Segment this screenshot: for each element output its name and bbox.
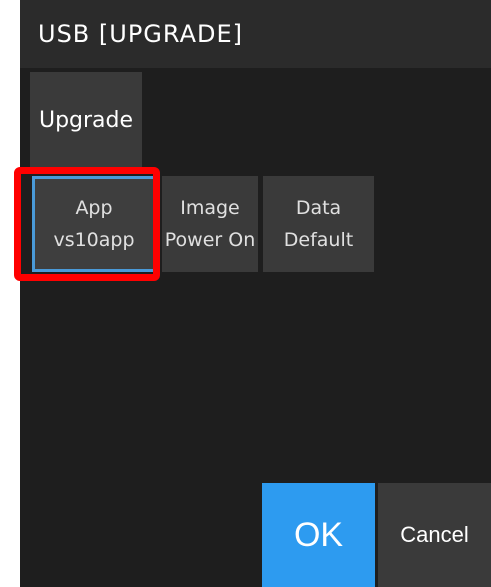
tab-upgrade[interactable]: Upgrade — [30, 72, 142, 168]
data-tile[interactable]: Data Default — [263, 176, 374, 272]
image-tile-label: Image — [180, 197, 240, 219]
app-tile[interactable]: App vs10app — [32, 176, 156, 272]
upgrade-screen: USB [UPGRADE] Upgrade App vs10app Image … — [14, 0, 491, 587]
cancel-button[interactable]: Cancel — [378, 483, 491, 587]
ok-button[interactable]: OK — [262, 483, 375, 587]
app-tile-value: vs10app — [53, 229, 135, 251]
app-tile-label: App — [75, 197, 113, 219]
page-title: USB [UPGRADE] — [20, 0, 491, 68]
image-tile[interactable]: Image Power On — [162, 176, 258, 272]
data-tile-value: Default — [283, 229, 354, 251]
image-tile-value: Power On — [164, 229, 256, 251]
data-tile-label: Data — [295, 197, 342, 219]
left-margin — [0, 0, 20, 587]
